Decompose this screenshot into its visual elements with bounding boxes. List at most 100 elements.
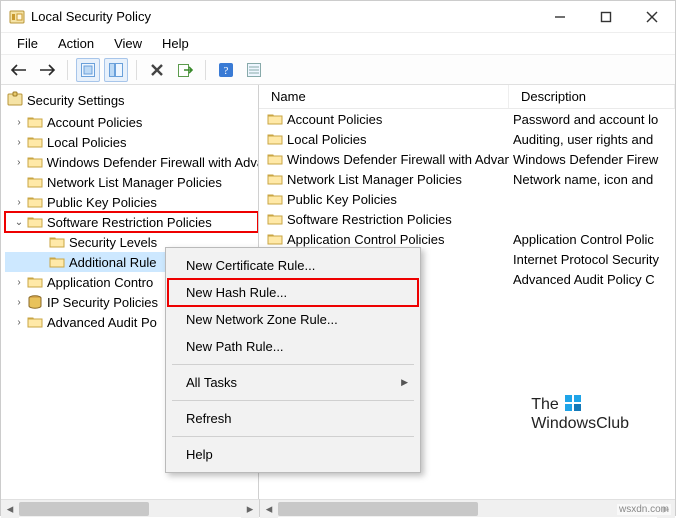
expander-icon[interactable]: › [13, 296, 25, 308]
tree-item-software-restriction-policies[interactable]: ⌄ Software Restriction Policies [5, 212, 258, 232]
menu-separator [172, 400, 414, 401]
folder-icon [267, 211, 283, 227]
cell-desc: Auditing, user rights and [513, 132, 653, 147]
cell-name: Public Key Policies [287, 192, 397, 207]
ctx-refresh[interactable]: Refresh [168, 405, 418, 432]
ctx-new-path-rule[interactable]: New Path Rule... [168, 333, 418, 360]
list-row[interactable]: Local Policies Auditing, user rights and [259, 129, 675, 149]
folder-icon [27, 114, 43, 130]
tree-item[interactable]: ›Public Key Policies [5, 192, 258, 212]
tree-item[interactable]: › Account Policies [5, 112, 258, 132]
expander-icon[interactable] [13, 176, 25, 188]
column-header-name[interactable]: Name [259, 85, 509, 108]
tree-h-scrollbar[interactable]: ◂ ▸ [1, 499, 259, 517]
tree-label: IP Security Policies [47, 295, 158, 310]
expander-icon[interactable]: › [13, 116, 25, 128]
list-row[interactable]: Public Key Policies [259, 189, 675, 209]
list-row[interactable]: Account PoliciesPassword and account lo [259, 109, 675, 129]
minimize-button[interactable] [537, 1, 583, 33]
menu-separator [172, 364, 414, 365]
cell-desc: Advanced Audit Policy C [513, 272, 655, 287]
folder-icon [27, 294, 43, 310]
ctx-new-hash-rule[interactable]: New Hash Rule... [168, 279, 418, 306]
show-hide-tree-button[interactable] [104, 58, 128, 82]
expander-icon[interactable]: › [13, 276, 25, 288]
expander-icon[interactable]: › [13, 316, 25, 328]
folder-icon [49, 234, 65, 250]
ctx-new-network-zone-rule[interactable]: New Network Zone Rule... [168, 306, 418, 333]
properties-button[interactable] [242, 58, 266, 82]
cell-name: Network List Manager Policies [287, 172, 462, 187]
close-button[interactable] [629, 1, 675, 33]
expander-open-icon[interactable]: ⌄ [13, 216, 25, 228]
tree-label: Application Contro [47, 275, 153, 290]
maximize-button[interactable] [583, 1, 629, 33]
tree-label: Local Policies [47, 135, 127, 150]
export-button[interactable] [173, 58, 197, 82]
expander-icon[interactable]: › [13, 136, 25, 148]
tree-label: Security Levels [69, 235, 157, 250]
cell-name: Windows Defender Firewall with Advanc... [287, 152, 509, 167]
watermark-line2: WindowsClub [531, 415, 629, 432]
expander-icon[interactable]: › [13, 156, 25, 168]
folder-icon [27, 214, 43, 230]
scroll-right-icon[interactable]: ▸ [241, 500, 259, 518]
tree-label: Account Policies [47, 115, 142, 130]
toolbar: ? [1, 55, 675, 85]
menu-help[interactable]: Help [152, 34, 199, 53]
tree-label: Advanced Audit Po [47, 315, 157, 330]
cell-desc: Windows Defender Firew [513, 152, 658, 167]
scroll-left-icon[interactable]: ◂ [1, 500, 19, 518]
scroll-thumb[interactable] [19, 502, 149, 516]
tree-item[interactable]: Network List Manager Policies [5, 172, 258, 192]
list-row[interactable]: Software Restriction Policies [259, 209, 675, 229]
list-row[interactable]: Network List Manager PoliciesNetwork nam… [259, 169, 675, 189]
toolbar-separator [67, 60, 68, 80]
cell-desc: Application Control Polic [513, 232, 654, 247]
back-button[interactable] [7, 58, 31, 82]
folder-icon [267, 171, 283, 187]
cell-desc: Internet Protocol Security [513, 252, 659, 267]
bottom-scrollbars: ◂ ▸ ◂ ▸ [1, 499, 675, 517]
list-row[interactable]: Application Control Policies Application … [259, 229, 675, 249]
forward-button[interactable] [35, 58, 59, 82]
watermark-line1: The [531, 396, 559, 413]
menubar: File Action View Help [1, 33, 675, 55]
scroll-left-icon[interactable]: ◂ [260, 500, 278, 518]
tree-root[interactable]: Security Settings [5, 89, 258, 112]
tree-item[interactable]: › Local Policies [5, 132, 258, 152]
folder-icon [27, 134, 43, 150]
help-button[interactable]: ? [214, 58, 238, 82]
menu-view[interactable]: View [104, 34, 152, 53]
ctx-help[interactable]: Help [168, 441, 418, 468]
menu-action[interactable]: Action [48, 34, 104, 53]
ctx-all-tasks[interactable]: All Tasks [168, 369, 418, 396]
folder-icon [267, 151, 283, 167]
tree-item[interactable]: › Windows Defender Firewall with Adva [5, 152, 258, 172]
tree-root-label: Security Settings [27, 93, 125, 108]
folder-icon [27, 274, 43, 290]
app-icon [9, 9, 25, 25]
svg-text:?: ? [224, 65, 229, 77]
folder-icon [27, 174, 43, 190]
cell-name: Application Control Policies [287, 232, 445, 247]
folder-icon [267, 111, 283, 127]
folder-icon [27, 154, 43, 170]
cell-name: Local Policies [287, 132, 367, 147]
up-level-button[interactable] [76, 58, 100, 82]
cell-name: Software Restriction Policies [287, 212, 452, 227]
watermark: The WindowsClub [531, 395, 629, 433]
ctx-new-certificate-rule[interactable]: New Certificate Rule... [168, 252, 418, 279]
expander-icon[interactable]: › [13, 196, 25, 208]
list-row[interactable]: Windows Defender Firewall with Advanc...… [259, 149, 675, 169]
delete-button[interactable] [145, 58, 169, 82]
list-h-scrollbar[interactable]: ◂ ▸ [260, 499, 675, 517]
tree-label: Windows Defender Firewall with Adva [47, 155, 258, 170]
windowsclub-logo-icon [565, 395, 581, 411]
scroll-thumb[interactable] [278, 502, 478, 516]
folder-icon [267, 191, 283, 207]
column-header-description[interactable]: Description [509, 85, 675, 108]
menu-file[interactable]: File [7, 34, 48, 53]
list-header: Name Description [259, 85, 675, 109]
security-settings-icon [7, 91, 23, 110]
